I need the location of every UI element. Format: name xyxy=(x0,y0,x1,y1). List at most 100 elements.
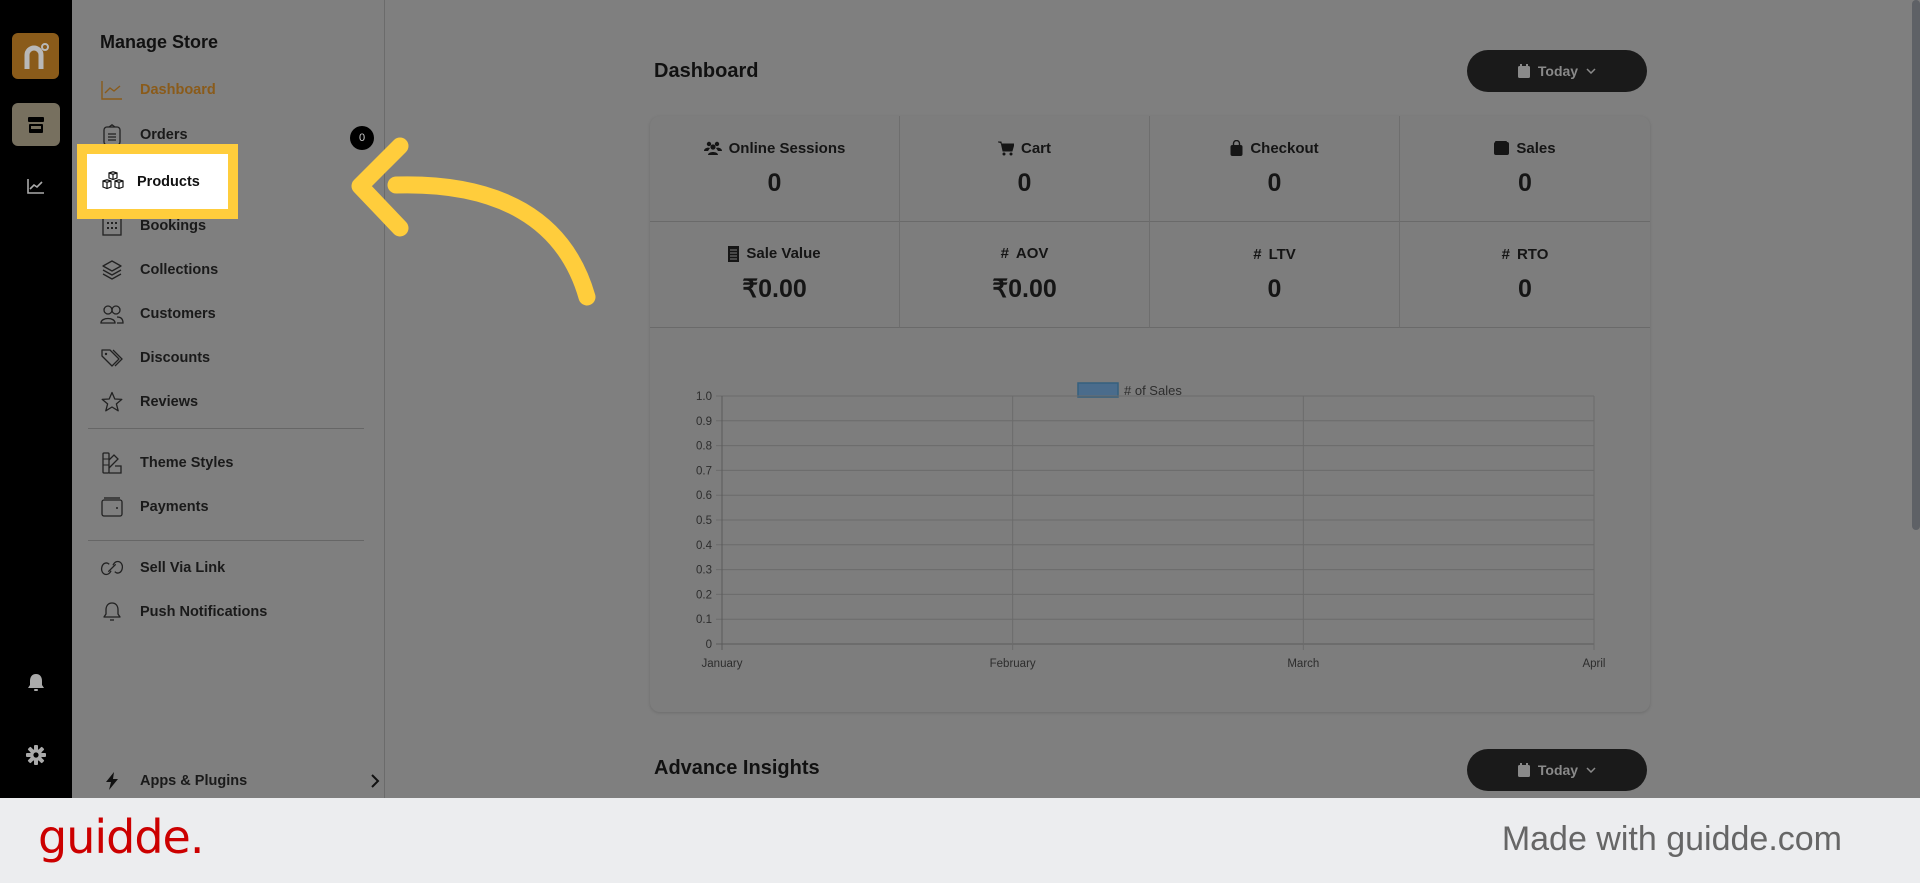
stat-label: AOV xyxy=(1015,245,1049,262)
x-tick-label: January xyxy=(702,658,743,670)
stat-sales: Sales 0 xyxy=(1400,116,1650,222)
y-tick-label: 0.1 xyxy=(696,614,712,626)
bell-icon[interactable] xyxy=(24,671,48,695)
y-tick-label: 0 xyxy=(706,639,712,651)
gear-icon[interactable] xyxy=(24,743,48,767)
tag-icon xyxy=(100,346,124,370)
sidebar-item-label: Discounts xyxy=(140,350,211,366)
receipt-icon xyxy=(728,245,740,262)
apps-plugins-button[interactable]: Apps & Plugins xyxy=(100,766,380,796)
stat-value: 0 xyxy=(1518,274,1532,303)
sidebar-item-products[interactable]: Products xyxy=(87,154,228,209)
stat-checkout: Checkout 0 xyxy=(1150,116,1400,222)
stat-value: 0 xyxy=(1017,168,1032,197)
sidebar-divider xyxy=(88,428,364,429)
sidebar-item-label: Dashboard xyxy=(140,82,216,98)
sales-chart: # of Sales00.10.20.30.40.50.60.70.80.91.… xyxy=(696,382,1606,670)
sidebar-item-label: Payments xyxy=(140,499,209,515)
stat-value: 0 xyxy=(1518,168,1532,197)
layers-icon xyxy=(100,258,124,282)
icon-rail xyxy=(0,0,72,798)
stats-grid: Online Sessions 0 Cart 0 Checkout 0 Sale… xyxy=(650,116,1650,328)
guidde-logo: guidde. xyxy=(38,810,204,864)
sidebar-item-label: Orders xyxy=(140,127,188,143)
users-icon xyxy=(100,302,124,326)
stats-card: Online Sessions 0 Cart 0 Checkout 0 Sale… xyxy=(650,116,1650,712)
footer-bar: guidde. Made with guidde.com xyxy=(0,798,1920,883)
sidebar-item-payments[interactable]: Payments xyxy=(100,492,370,522)
stat-aov: # AOV ₹0.00 xyxy=(900,222,1150,328)
stat-ltv: # LTV 0 xyxy=(1150,222,1400,328)
y-tick-label: 0.3 xyxy=(696,565,712,577)
y-tick-label: 0.4 xyxy=(696,540,713,552)
sidebar-item-customers[interactable]: Customers xyxy=(100,299,370,329)
date-filter-label: Today xyxy=(1537,63,1579,79)
bolt-icon xyxy=(100,769,124,793)
sidebar-item-reviews[interactable]: Reviews xyxy=(100,387,370,417)
sidebar-title: Manage Store xyxy=(100,32,219,52)
sidebar-item-label: Products xyxy=(137,173,200,190)
stat-value: 0 xyxy=(1267,274,1282,303)
hash-icon: # xyxy=(1000,245,1009,262)
scrollbar[interactable] xyxy=(1912,0,1920,530)
y-tick-label: 0.5 xyxy=(696,515,712,527)
sidebar-item-label: Theme Styles xyxy=(140,455,234,471)
star-icon xyxy=(100,390,124,414)
insights-date-filter-button[interactable]: Today xyxy=(1467,749,1647,791)
analytics-icon[interactable] xyxy=(24,174,48,198)
app-logo[interactable] xyxy=(12,33,59,79)
chart-line-icon xyxy=(100,78,124,102)
y-tick-label: 0.2 xyxy=(696,589,712,601)
y-tick-label: 0.7 xyxy=(696,465,712,477)
sidebar-item-sell-via-link[interactable]: Sell Via Link xyxy=(100,553,370,583)
sidebar-item-label: Collections xyxy=(140,262,219,278)
sidebar-item-dashboard[interactable]: Dashboard xyxy=(100,75,370,105)
date-filter-button[interactable]: Today xyxy=(1467,50,1647,92)
users-solid-icon xyxy=(703,141,722,155)
swatch-icon xyxy=(100,451,124,475)
sidebar: Manage Store Dashboard Orders 0 Bookings… xyxy=(72,0,385,798)
x-tick-label: February xyxy=(990,658,1036,670)
apps-plugins-label: Apps & Plugins xyxy=(140,773,248,789)
store-icon[interactable] xyxy=(12,103,60,146)
hash-icon: # xyxy=(1501,245,1510,263)
stat-label: Online Sessions xyxy=(728,139,846,157)
sidebar-item-label: Sell Via Link xyxy=(140,560,226,576)
sidebar-item-label: Bookings xyxy=(140,218,207,234)
stat-cart: Cart 0 xyxy=(900,116,1150,222)
chevron-down-icon xyxy=(1586,68,1596,74)
sidebar-item-push-notifications[interactable]: Push Notifications xyxy=(100,597,370,627)
date-filter-label: Today xyxy=(1537,762,1579,778)
stat-label: Sale Value xyxy=(746,245,821,262)
stat-online-sessions: Online Sessions 0 xyxy=(650,116,900,222)
cart-icon xyxy=(997,141,1014,156)
highlight-box: Products xyxy=(77,144,238,219)
sidebar-divider xyxy=(88,540,364,541)
calendar-icon xyxy=(1517,64,1530,78)
stat-rto: # RTO 0 xyxy=(1400,222,1650,328)
sidebar-item-label: Customers xyxy=(140,306,216,322)
stat-value: 0 xyxy=(767,168,782,197)
calendar-icon xyxy=(1517,763,1530,777)
y-tick-label: 0.8 xyxy=(696,441,712,453)
bell-outline-icon xyxy=(100,600,124,624)
legend-swatch xyxy=(1077,382,1119,398)
sidebar-item-theme-styles[interactable]: Theme Styles xyxy=(100,448,370,478)
y-tick-label: 0.6 xyxy=(696,490,712,502)
boxes-icon xyxy=(101,170,125,193)
chevron-right-icon xyxy=(370,773,380,789)
sidebar-item-discounts[interactable]: Discounts xyxy=(100,343,370,373)
stat-value: ₹0.00 xyxy=(742,275,807,303)
stat-label: RTO xyxy=(1516,245,1549,263)
stat-label: Checkout xyxy=(1250,139,1319,157)
link-icon xyxy=(100,556,124,580)
advance-insights-title: Advance Insights xyxy=(654,757,820,779)
page-title: Dashboard xyxy=(654,60,759,82)
wallet-icon xyxy=(100,495,124,519)
stat-value: 0 xyxy=(1267,168,1282,197)
stat-value: ₹0.00 xyxy=(992,275,1057,303)
sidebar-item-collections[interactable]: Collections xyxy=(100,255,370,285)
bag-icon xyxy=(1230,140,1243,156)
main-content: Dashboard Today Online Sessions 0 Cart 0… xyxy=(384,0,1920,798)
y-tick-label: 0.9 xyxy=(696,416,712,428)
